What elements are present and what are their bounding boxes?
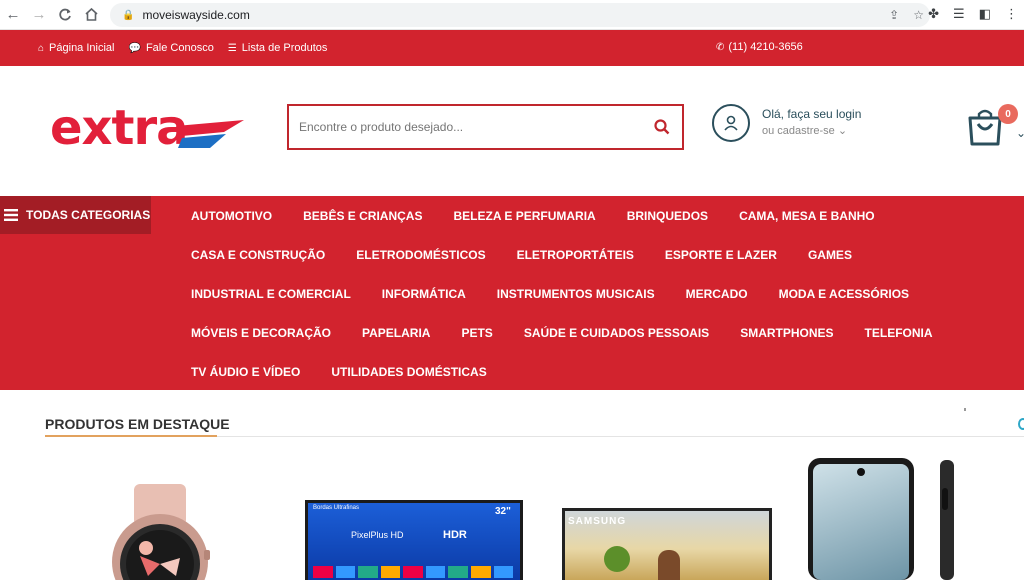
category-link[interactable]: SMARTPHONES — [740, 326, 833, 340]
site-header: extra Olá, faça seu login ou cadastre-se… — [0, 66, 1024, 196]
chevron-down-icon: ⌄ — [837, 125, 848, 137]
category-link[interactable]: UTILIDADES DOMÉSTICAS — [331, 365, 486, 379]
user-icon — [712, 104, 750, 142]
carousel-next-icon[interactable] — [1018, 418, 1024, 430]
user-login[interactable]: Olá, faça seu login ou cadastre-se ⌄ — [712, 104, 861, 142]
title-underline — [45, 435, 217, 437]
category-link[interactable]: CAMA, MESA E BANHO — [739, 209, 875, 223]
category-row: INDUSTRIAL E COMERCIAL INFORMÁTICA INSTRUM… — [191, 274, 933, 313]
address-bar[interactable]: 🔒 moveiswayside.com — [110, 3, 930, 27]
category-link[interactable]: MÓVEIS E DECORAÇÃO — [191, 326, 331, 340]
list-icon: ☰ — [227, 42, 237, 54]
category-link[interactable]: BRINQUEDOS — [627, 209, 708, 223]
home-link[interactable]: ⌂ Página Inicial — [38, 42, 114, 54]
category-link[interactable]: INDUSTRIAL E COMERCIAL — [191, 287, 351, 301]
category-link[interactable]: GAMES — [808, 248, 852, 262]
product-tv-samsung[interactable]: SAMSUNG — [562, 508, 772, 580]
menu-icon[interactable]: ⋮ — [1005, 6, 1018, 22]
search-button[interactable] — [642, 106, 682, 148]
all-categories-label: TODAS CATEGORIAS — [26, 208, 151, 222]
smartwatch-image — [112, 484, 210, 585]
contact-link[interactable]: 💬 Fale Conosco — [128, 42, 213, 54]
back-icon[interactable]: ← — [0, 2, 26, 28]
category-row: MÓVEIS E DECORAÇÃO PAPELARIA PETS SAÚDE E C… — [191, 313, 933, 352]
top-info-bar: ⌂ Página Inicial 💬 Fale Conosco ☰ Lista … — [0, 30, 1024, 66]
url-text: moveiswayside.com — [142, 8, 250, 22]
product-smartphone[interactable] — [805, 458, 965, 580]
phone-info[interactable]: ✆ (11) 4210-3656 — [716, 41, 803, 53]
hamburger-icon — [4, 209, 18, 221]
phone-icon: ✆ — [716, 41, 725, 53]
cart-count-badge: 0 — [998, 104, 1018, 124]
category-row: TV ÁUDIO E VÍDEO UTILIDADES DOMÉSTICAS — [191, 352, 933, 391]
product-smartwatch[interactable] — [100, 480, 220, 585]
category-link[interactable]: ELETRODOMÉSTICOS — [356, 248, 485, 262]
category-link[interactable]: SAÚDE E CUIDADOS PESSOAIS — [524, 326, 709, 340]
category-link[interactable]: BEBÊS E CRIANÇAS — [303, 209, 422, 223]
phone-number: (11) 4210-3656 — [728, 41, 803, 53]
tv1-top-label: Bordas Ultrafinas — [313, 505, 360, 511]
contact-link-label: Fale Conosco — [145, 42, 214, 54]
home-icon[interactable] — [78, 2, 104, 28]
search-box — [287, 104, 684, 150]
products-link-label: Lista de Produtos — [241, 42, 328, 54]
house-icon: ⌂ — [38, 42, 45, 54]
category-link[interactable]: TELEFONIA — [865, 326, 933, 340]
product-tv-philco[interactable]: Bordas Ultrafinas 32" PixelPlus HD HDR — [305, 500, 523, 580]
category-navigation: TODAS CATEGORIAS AUTOMOTIVO BEBÊS E CRIAN… — [0, 196, 1024, 390]
reading-list-icon[interactable]: ☰ — [953, 6, 965, 22]
cart-chevron-icon: ⌄ — [1016, 126, 1024, 140]
category-link[interactable]: BELEZA E PERFUMARIA — [453, 209, 595, 223]
category-link[interactable]: INFORMÁTICA — [382, 287, 466, 301]
register-link[interactable]: ou cadastre-se — [762, 125, 835, 137]
lock-icon: 🔒 — [122, 9, 135, 21]
tv1-brand-label: PixelPlus HD — [351, 530, 404, 540]
featured-title: PRODUTOS EM DESTAQUE — [45, 416, 230, 432]
home-link-label: Página Inicial — [49, 42, 115, 54]
reload-icon[interactable] — [52, 2, 78, 28]
cart-button[interactable]: 0 ⌄ — [966, 104, 1024, 153]
extra-logo[interactable]: extra — [50, 100, 250, 156]
browser-toolbar: ← → 🔒 moveiswayside.com ⇪ ☆ ✤ ☰ ◧ ⋮ — [0, 0, 1024, 30]
category-link[interactable]: MERCADO — [686, 287, 748, 301]
tv1-size-label: 32" — [495, 506, 511, 517]
sidepanel-icon[interactable]: ◧ — [979, 6, 991, 22]
category-link[interactable]: CASA E CONSTRUÇÃO — [191, 248, 325, 262]
logo-text: extra — [50, 100, 189, 156]
chat-icon: 💬 — [128, 42, 141, 54]
category-link[interactable]: ESPORTE E LAZER — [665, 248, 777, 262]
tv2-brand-label: SAMSUNG — [568, 516, 627, 527]
category-link[interactable]: MODA E ACESSÓRIOS — [779, 287, 909, 301]
category-row: AUTOMOTIVO BEBÊS E CRIANÇAS BELEZA E PERFU… — [191, 196, 933, 235]
category-link[interactable]: INSTRUMENTOS MUSICAIS — [497, 287, 655, 301]
extensions-icon[interactable]: ✤ — [928, 6, 939, 22]
products-link[interactable]: ☰ Lista de Produtos — [228, 42, 328, 54]
search-icon — [654, 119, 670, 135]
share-icon[interactable]: ⇪ — [889, 8, 899, 22]
all-categories-button[interactable]: TODAS CATEGORIAS — [0, 196, 151, 234]
search-input[interactable] — [289, 106, 642, 148]
carousel-marker — [964, 408, 966, 411]
logo-swoosh-icon — [176, 120, 244, 148]
category-row: CASA E CONSTRUÇÃO ELETRODOMÉSTICOS ELETROP… — [191, 235, 933, 274]
star-icon[interactable]: ☆ — [913, 8, 924, 22]
category-link[interactable]: PETS — [461, 326, 492, 340]
login-title[interactable]: Olá, faça seu login — [762, 106, 861, 123]
tv1-hdr-label: HDR — [443, 529, 467, 541]
category-link[interactable]: ELETROPORTÁTEIS — [517, 248, 634, 262]
category-link[interactable]: PAPELARIA — [362, 326, 430, 340]
category-link[interactable]: AUTOMOTIVO — [191, 209, 272, 223]
category-link[interactable]: TV ÁUDIO E VÍDEO — [191, 365, 300, 379]
forward-icon[interactable]: → — [26, 2, 52, 28]
category-list: AUTOMOTIVO BEBÊS E CRIANÇAS BELEZA E PERFU… — [191, 196, 933, 391]
